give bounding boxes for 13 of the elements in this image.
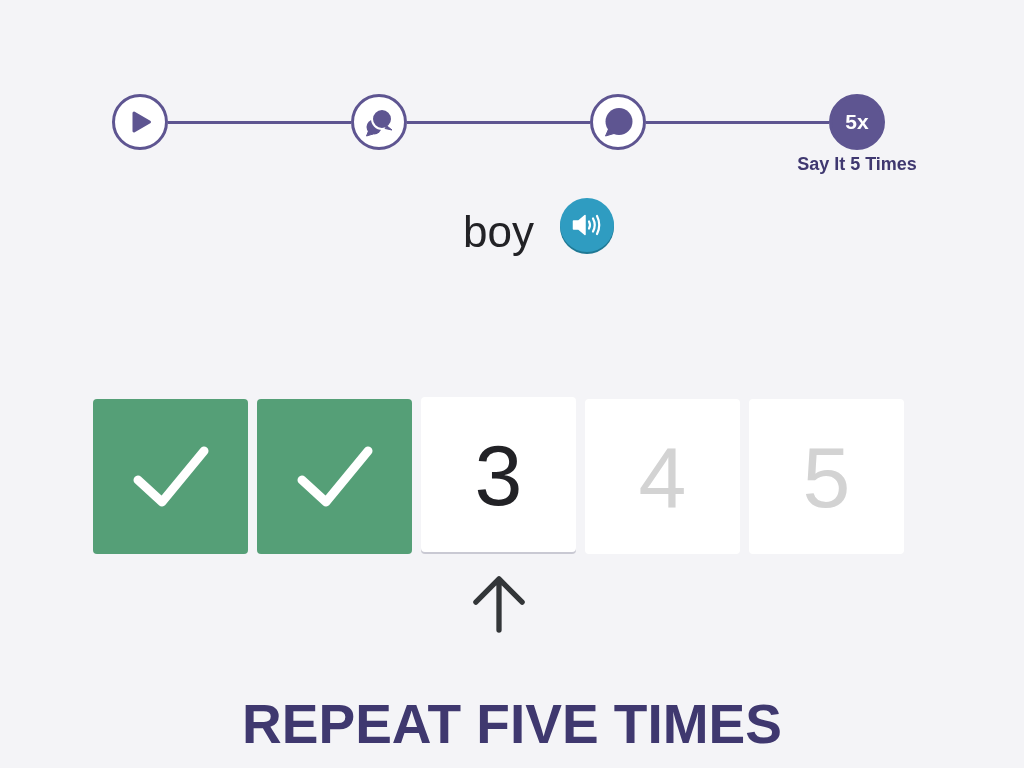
step-marker: 5x: [829, 94, 885, 150]
speaker-button[interactable]: [559, 198, 614, 252]
up-arrow-icon: [471, 575, 526, 633]
check-icon: [132, 446, 209, 507]
check-icon: [296, 446, 373, 507]
attempt-tile: 3: [421, 397, 576, 552]
speaker-icon: [571, 214, 602, 236]
instruction-title: REPEAT FIVE TIMES: [241, 692, 783, 757]
play-icon: [130, 110, 152, 134]
step-caption: Say It 5 Times: [797, 153, 917, 175]
chat-bubbles-icon: [365, 107, 393, 137]
word-text: boy: [463, 206, 534, 258]
speech-bubble-icon: [603, 107, 633, 137]
